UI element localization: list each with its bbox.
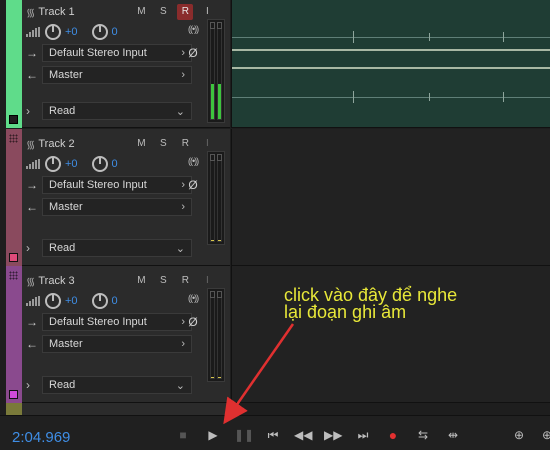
volume-knob[interactable] [45,156,61,172]
output-arrow-icon: ← [26,200,38,214]
track-color-strip[interactable] [6,266,22,403]
grip-icon[interactable] [9,271,18,280]
automation-mode-select[interactable]: Read ⌄ [42,102,192,120]
zoom-in-icon[interactable]: ⊕ [510,428,528,442]
phase-invert-icon[interactable]: Ø [184,44,202,62]
play-icon[interactable]: ▶ [204,428,222,442]
record-arm-button[interactable]: R [177,4,194,20]
output-select[interactable]: Master › [42,335,192,353]
phase-invert-icon[interactable]: Ø [184,176,202,194]
chevron-right-icon: › [181,201,185,213]
chevron-down-icon: ⌄ [175,105,185,118]
zoom-icon[interactable]: ⊕ [538,428,550,442]
loop-icon[interactable]: ⇆ [414,428,432,442]
mute-button[interactable]: M [130,273,152,289]
level-meter [207,288,225,382]
volume-knob[interactable] [45,24,61,40]
output-select[interactable]: Master › [42,198,192,216]
waveform-icon: ᯾ [26,275,35,288]
pan-knob[interactable] [91,156,108,172]
solo-button[interactable]: S [152,136,174,152]
chevron-right-icon: › [181,69,185,81]
output-arrow-icon: ← [26,337,38,351]
track-header: ᯾ Track 2 M S R I +0 0 ((•)) → Default S… [22,129,230,266]
volume-value[interactable]: +0 [65,26,78,38]
time-display[interactable]: 2:04.969 [12,429,70,446]
pan-knob[interactable] [91,24,108,40]
track-header: ᯾ Track 1 M S R I +0 0 ((•)) → Default S… [22,0,230,128]
volume-bars-icon [26,159,40,169]
go-to-start-icon[interactable]: ⏮ [264,428,282,442]
grip-icon[interactable] [9,134,18,143]
level-meter [207,151,225,245]
pan-value[interactable]: 0 [112,295,118,307]
track-header [22,403,230,415]
pan-value[interactable]: 0 [112,26,118,38]
track-2: ᯾ Track 2 M S R I +0 0 ((•)) → Default S… [0,129,550,266]
input-arrow-icon: → [26,46,38,60]
transport-bar: 2:04.969 ■ ▶ ❚❚ ⏮ ◀◀ ▶▶ ⏭ ● ⇆ ⇹ ⊕ ⊕ [0,415,550,450]
go-to-end-icon[interactable]: ⏭ [354,428,372,442]
track-name[interactable]: Track 1 [38,6,130,18]
track-select-square[interactable] [9,115,18,124]
track-1: ᯾ Track 1 M S R I +0 0 ((•)) → Default S… [0,0,550,128]
track-color-strip[interactable] [6,403,22,415]
automation-mode-select[interactable]: Read ⌄ [42,376,192,394]
fast-forward-icon[interactable]: ▶▶ [324,428,342,442]
pause-icon[interactable]: ❚❚ [234,428,254,442]
stereo-width-icon[interactable]: ((•)) [188,24,199,34]
stereo-width-icon[interactable]: ((•)) [188,156,199,166]
phase-invert-icon[interactable]: Ø [184,313,202,331]
track-select-square[interactable] [9,253,18,262]
input-monitor-button[interactable]: I [196,4,218,20]
expand-chevron-icon[interactable]: › [26,104,42,118]
pan-value[interactable]: 0 [112,158,118,170]
rewind-icon[interactable]: ◀◀ [294,428,312,442]
input-arrow-icon: → [26,178,38,192]
input-select[interactable]: Default Stereo Input › [42,313,192,331]
automation-mode-select[interactable]: Read ⌄ [42,239,192,257]
stop-icon[interactable]: ■ [174,428,192,442]
record-arm-button[interactable]: R [174,136,196,152]
volume-value[interactable]: +0 [65,158,78,170]
annotation-text: click vào đây để nghe lại đoạn ghi âm [284,285,458,322]
stereo-width-icon[interactable]: ((•)) [188,293,199,303]
expand-chevron-icon[interactable]: › [26,378,42,392]
track-color-strip[interactable] [6,0,22,128]
level-meter [207,19,225,123]
solo-button[interactable]: S [152,4,174,20]
waveform-icon: ᯾ [26,138,35,151]
volume-value[interactable]: +0 [65,295,78,307]
output-select[interactable]: Master › [42,66,192,84]
track-lane[interactable] [231,0,550,128]
chevron-down-icon: ⌄ [175,242,185,255]
tracks-panel: ᯾ Track 1 M S R I +0 0 ((•)) → Default S… [0,0,550,415]
chevron-right-icon: › [181,338,185,350]
track-select-square[interactable] [9,390,18,399]
volume-bars-icon [26,296,40,306]
input-monitor-button[interactable]: I [196,273,218,289]
record-arm-button[interactable]: R [174,273,196,289]
track-lane[interactable] [231,129,550,266]
chevron-down-icon: ⌄ [175,379,185,392]
record-icon[interactable]: ● [384,428,402,442]
input-select[interactable]: Default Stereo Input › [42,44,192,62]
input-monitor-button[interactable]: I [196,136,218,152]
track-header: ᯾ Track 3 M S R I +0 0 ((•)) → Default S… [22,266,230,403]
skip-selection-icon[interactable]: ⇹ [444,428,462,442]
solo-button[interactable]: S [152,273,174,289]
track-color-strip[interactable] [6,129,22,266]
mute-button[interactable]: M [130,4,152,20]
input-select[interactable]: Default Stereo Input › [42,176,192,194]
input-arrow-icon: → [26,315,38,329]
mute-button[interactable]: M [130,136,152,152]
expand-chevron-icon[interactable]: › [26,241,42,255]
volume-knob[interactable] [45,293,61,309]
volume-bars-icon [26,27,40,37]
waveform-icon: ᯾ [26,6,35,19]
track-name[interactable]: Track 2 [38,138,130,150]
track-name[interactable]: Track 3 [38,275,130,287]
output-arrow-icon: ← [26,68,38,82]
pan-knob[interactable] [91,293,108,309]
